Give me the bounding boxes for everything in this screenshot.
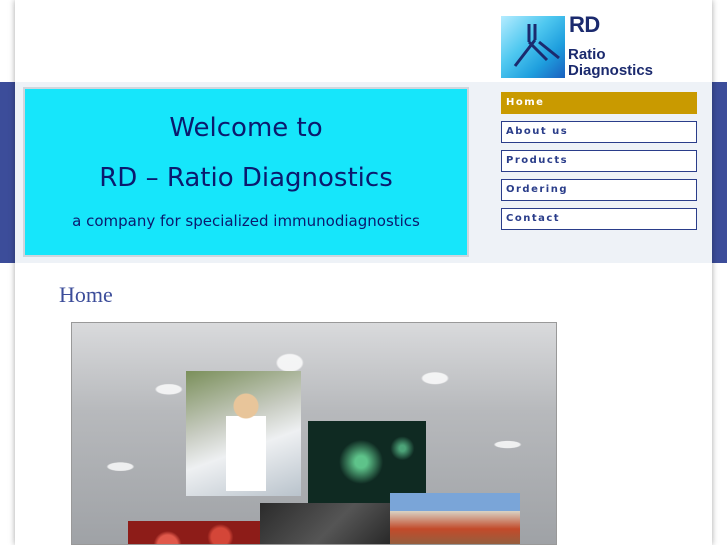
banner-line-1: Welcome to — [169, 113, 323, 143]
technician-figure — [226, 391, 266, 491]
nav-item-contact[interactable]: Contact — [501, 208, 697, 230]
lab-technician-photo — [186, 371, 301, 496]
logo-rd-text: RD — [569, 12, 600, 37]
lab-equipment-photo — [260, 503, 392, 544]
antibody-logo-icon — [501, 16, 565, 78]
collage-image — [71, 322, 557, 545]
company-building-photo — [390, 493, 520, 544]
banner-tagline: a company for specialized immunodiagnost… — [72, 212, 420, 230]
banner-line-2: RD – Ratio Diagnostics — [99, 163, 393, 193]
blood-cells-photo — [128, 521, 260, 544]
welcome-banner: Welcome to RD – Ratio Diagnostics a comp… — [23, 87, 469, 257]
company-logo[interactable]: RD Ratio Diagnostics — [501, 12, 679, 80]
nav-item-home[interactable]: Home — [501, 92, 697, 114]
nav-item-ordering[interactable]: Ordering — [501, 179, 697, 201]
page-container: RD Ratio Diagnostics Welcome to RD – Rat… — [15, 0, 712, 545]
page-title: Home — [59, 282, 113, 307]
header-strip: Welcome to RD – Ratio Diagnostics a comp… — [15, 82, 712, 263]
main-nav: Home About us Products Ordering Contact — [501, 92, 697, 237]
nav-item-products[interactable]: Products — [501, 150, 697, 172]
nav-item-about-us[interactable]: About us — [501, 121, 697, 143]
logo-ratio-text: Ratio — [568, 46, 606, 63]
logo-diagnostics-text: Diagnostics — [568, 62, 654, 79]
